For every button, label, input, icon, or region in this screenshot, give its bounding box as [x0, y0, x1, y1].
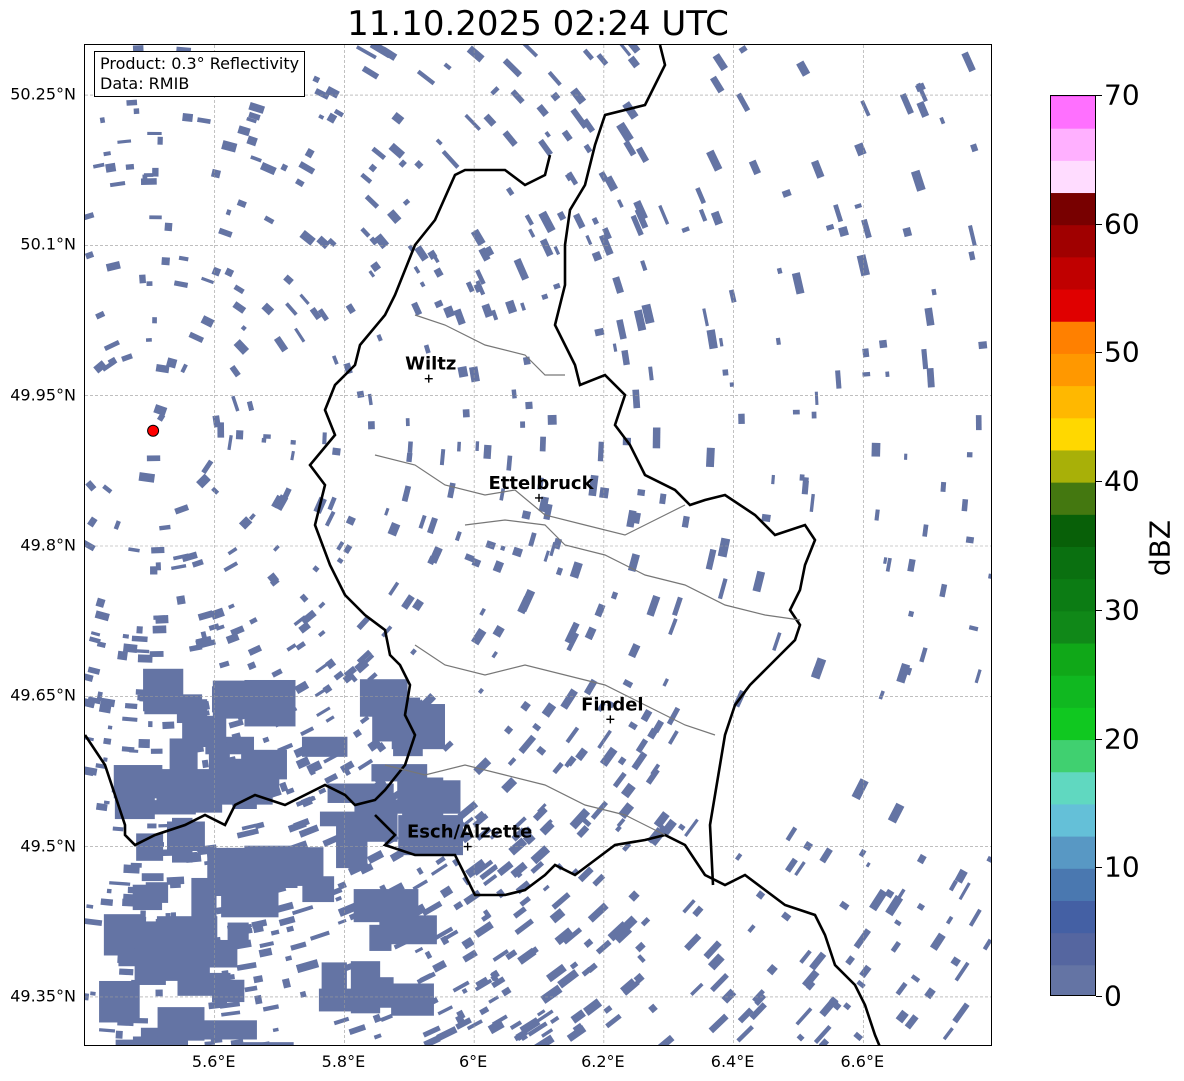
radar-site: [147, 424, 160, 437]
radar-map[interactable]: Wiltz Ettelbruck Findel Esch/Alzette: [84, 44, 992, 1046]
colorbar-segment: [1051, 546, 1095, 580]
colorbar-segment: [1051, 932, 1095, 966]
latitude-tick-label: 49.35°N: [10, 986, 76, 1006]
colorbar-tick-label: 60: [1104, 207, 1140, 241]
radar-map-canvas[interactable]: Wiltz Ettelbruck Findel Esch/Alzette: [85, 45, 992, 1046]
longitude-tick-label: 6.4°E: [710, 1052, 755, 1071]
colorbar-tick-mark: [1096, 223, 1102, 225]
colorbar-tick-label: 50: [1104, 335, 1140, 369]
colorbar-tick-mark: [1096, 738, 1102, 740]
colorbar-segment: [1051, 160, 1095, 194]
colorbar-segment: [1051, 449, 1095, 483]
longitude-tick-label: 6.2°E: [581, 1052, 625, 1071]
colorbar-segment: [1051, 610, 1095, 644]
colorbar-label: dBZ: [1143, 519, 1177, 577]
colorbar-tick-label: 40: [1104, 464, 1140, 498]
colorbar-segment: [1051, 675, 1095, 708]
colorbar-segment: [1051, 417, 1095, 451]
city-marker: Wiltz: [405, 354, 456, 383]
colorbar-segment: [1051, 964, 1095, 995]
city-label: Wiltz: [405, 354, 456, 375]
colorbar-tick-label: 70: [1104, 78, 1140, 112]
longitude-tick-label: 6.6°E: [840, 1052, 885, 1071]
colorbar-segment: [1051, 353, 1095, 387]
colorbar-segment: [1051, 643, 1095, 676]
colorbar-tick-mark: [1096, 95, 1102, 96]
longitude-tick-label: 5.8°E: [321, 1052, 366, 1071]
product-label: Product: 0.3° Reflectivity: [100, 54, 300, 73]
city-marker: Ettelbruck: [488, 473, 595, 502]
colorbar: [1050, 95, 1096, 996]
colorbar-segment: [1051, 707, 1095, 741]
colorbar-segment: [1051, 578, 1095, 612]
colorbar-segment: [1051, 96, 1095, 97]
colorbar-segment: [1051, 900, 1095, 934]
colorbar-segment: [1051, 128, 1095, 161]
colorbar-tick-mark: [1096, 867, 1102, 869]
longitude-tick-label: 5.6°E: [191, 1052, 236, 1071]
colorbar-segment: [1051, 482, 1095, 515]
city-label: Esch/Alzette: [407, 822, 532, 843]
colorbar-segment: [1051, 771, 1095, 805]
map-title: 11.10.2025 02:24 UTC: [347, 4, 729, 44]
colorbar-tick-label: 10: [1104, 850, 1140, 884]
colorbar-segment: [1051, 836, 1095, 869]
colorbar-segment: [1051, 192, 1095, 226]
colorbar-tick-label: 30: [1104, 593, 1140, 627]
reflectivity-echo-layer: [85, 45, 991, 1045]
city-label: Ettelbruck: [488, 473, 594, 494]
data-source-label: Data: RMIB: [100, 74, 190, 93]
colorbar-tick-label: 20: [1104, 722, 1140, 756]
latitude-tick-label: 49.95°N: [10, 385, 76, 405]
city-marker: Findel: [581, 694, 644, 724]
colorbar-tick-mark: [1096, 609, 1102, 611]
colorbar-segment: [1051, 224, 1095, 258]
latitude-tick-label: 50.25°N: [10, 84, 76, 104]
colorbar-segment: [1051, 256, 1095, 290]
colorbar-segment: [1051, 289, 1095, 322]
latitude-tick-label: 49.8°N: [20, 535, 76, 555]
colorbar-tick-label: 0: [1104, 979, 1122, 1013]
colorbar-segment: [1051, 803, 1095, 837]
colorbar-tick-mark: [1096, 481, 1102, 483]
colorbar-tick-mark: [1096, 996, 1102, 997]
colorbar-tick-mark: [1096, 352, 1102, 354]
colorbar-segment: [1051, 321, 1095, 354]
colorbar-segment: [1051, 868, 1095, 901]
latitude-tick-label: 49.65°N: [10, 685, 76, 705]
latitude-tick-label: 49.5°N: [20, 836, 76, 856]
colorbar-segment: [1051, 385, 1095, 419]
radar-site-marker[interactable]: [147, 424, 160, 437]
longitude-tick-label: 6°E: [458, 1052, 488, 1071]
colorbar-segment: [1051, 739, 1095, 773]
colorbar-segment: [1051, 96, 1095, 129]
product-info-box: Product: 0.3° Reflectivity Data: RMIB: [94, 51, 306, 97]
latitude-tick-label: 50.1°N: [20, 234, 76, 254]
colorbar-segment: [1051, 514, 1095, 547]
city-label: Findel: [581, 694, 644, 715]
